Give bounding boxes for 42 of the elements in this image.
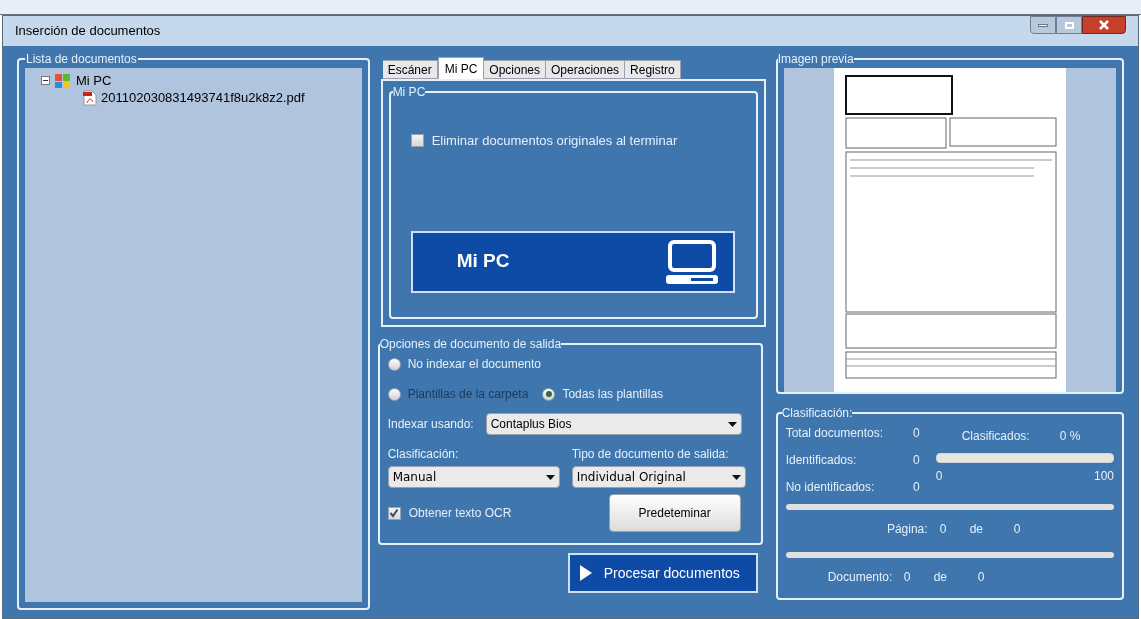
group-title: Lista de documentos xyxy=(25,51,138,68)
group-title: Clasificación: xyxy=(781,405,853,422)
counter-value: 0 xyxy=(903,569,912,586)
index-using-dropdown[interactable]: Contaplus Bios xyxy=(485,413,742,435)
count-value: 0 xyxy=(912,452,920,469)
count-label: No identificados: xyxy=(785,479,875,496)
counter-of: de xyxy=(969,521,984,538)
window-title: Inserción de documentos xyxy=(15,22,161,41)
count-value: 0 xyxy=(912,425,920,442)
scale-max: 100 xyxy=(1093,468,1114,485)
count-label: Identificados: xyxy=(785,452,857,469)
counter-label: Documento: xyxy=(827,569,892,586)
counter-value: 0 xyxy=(939,521,948,538)
scale-min: 0 xyxy=(935,468,943,485)
tab[interactable]: Operaciones xyxy=(546,60,626,79)
field-label: Tipo de documento de salida: xyxy=(571,446,730,463)
output-type-dropdown[interactable]: Individual Original xyxy=(571,466,746,488)
classified-label: Clasificados: xyxy=(961,428,1030,445)
counter-total: 0 xyxy=(977,569,985,586)
delete-originals-checkbox[interactable]: Eliminar documentos originales al terminar xyxy=(410,131,736,151)
field-label: Indexar usando: xyxy=(387,416,474,433)
group-title: Opciones de documento de salida xyxy=(379,336,562,353)
process-button[interactable]: Procesar documentos xyxy=(567,553,758,593)
group-title: Mi PC xyxy=(392,84,426,101)
ocr-checkbox[interactable]: Obtener texto OCR xyxy=(387,504,512,522)
radio-option[interactable]: No indexar el documento xyxy=(387,355,542,373)
count-label: Total documentos: xyxy=(785,425,883,442)
counter-total: 0 xyxy=(1013,521,1021,538)
count-value: 0 xyxy=(912,479,920,496)
tab[interactable]: Opciones xyxy=(484,60,547,79)
counter-of: de xyxy=(933,569,948,586)
tab[interactable]: Mi PC xyxy=(437,57,485,79)
classification-dropdown[interactable]: Manual xyxy=(387,466,560,488)
classified-value: 0 % xyxy=(1059,428,1081,445)
radio-option[interactable]: Todas las plantillas xyxy=(542,385,664,403)
field-label: Clasificación: xyxy=(387,446,460,463)
tab[interactable]: Registro xyxy=(625,60,681,79)
default-button[interactable]: Predeteminar xyxy=(608,494,741,532)
tab[interactable]: Escáner xyxy=(382,60,438,79)
counter-label: Página: xyxy=(885,521,928,538)
group-title: Imagen previa xyxy=(777,51,854,68)
mi-pc-button[interactable]: Mi PC xyxy=(410,230,735,293)
